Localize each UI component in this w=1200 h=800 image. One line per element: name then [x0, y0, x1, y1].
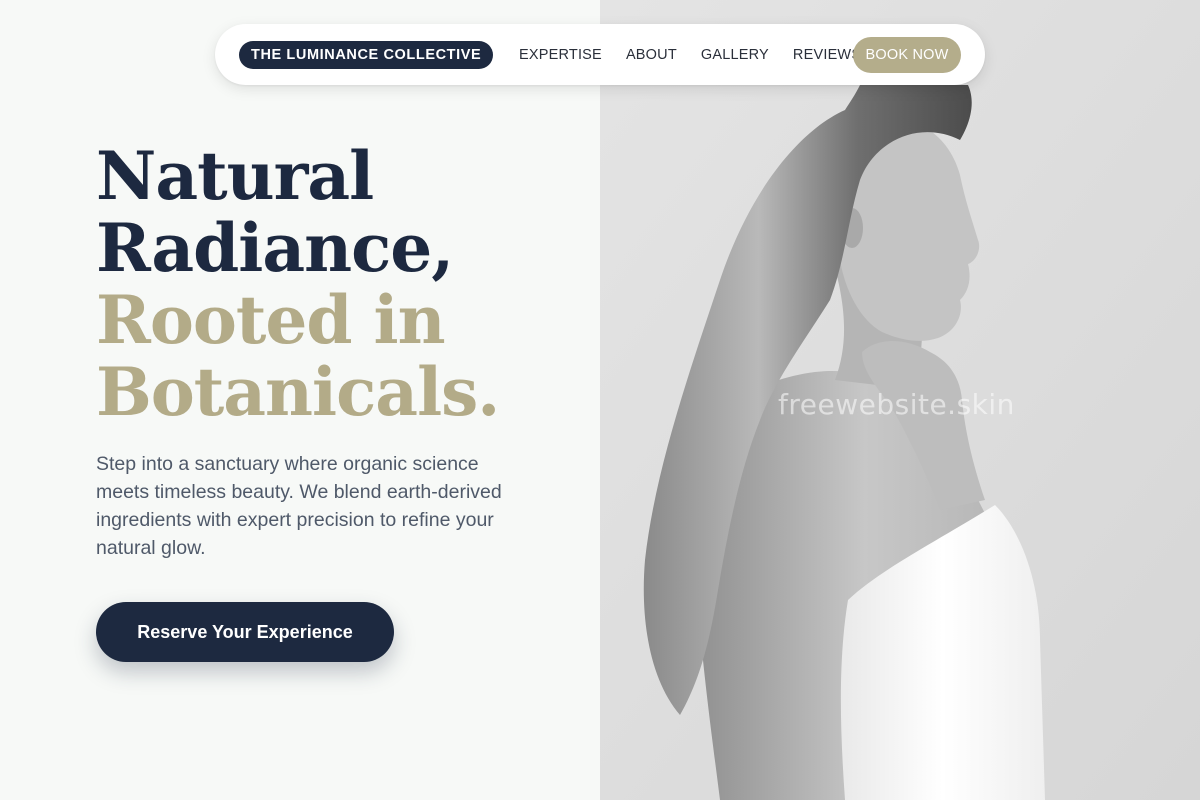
hero-subtext: Step into a sanctuary where organic scie… [96, 453, 502, 559]
nav-link-gallery[interactable]: GALLERY [701, 47, 769, 63]
headline-line-4: Botanicals. [96, 353, 500, 431]
nav-link-about[interactable]: ABOUT [626, 47, 677, 63]
book-now-button[interactable]: BOOK NOW [853, 37, 961, 73]
landing-page: Natural Radiance, Rooted in Botanicals. … [0, 0, 1200, 800]
hero-text-panel: Natural Radiance, Rooted in Botanicals. … [0, 0, 600, 800]
reserve-experience-button[interactable]: Reserve Your Experience [96, 602, 394, 662]
nav-link-expertise[interactable]: EXPERTISE [519, 47, 602, 63]
headline-line-2: Radiance, [96, 209, 454, 287]
nav-link-reviews[interactable]: REVIEWS [793, 47, 861, 63]
top-navigation: THE LUMINANCE COLLECTIVE EXPERTISE ABOUT… [215, 24, 985, 85]
hero-photo-panel: freewebsite.skin [600, 0, 1200, 800]
hero-headline: Natural Radiance, Rooted in Botanicals. [96, 137, 500, 431]
headline-line-1: Natural [96, 137, 374, 215]
headline-line-3: Rooted in [96, 281, 446, 359]
nav-links: EXPERTISE ABOUT GALLERY REVIEWS [519, 24, 861, 85]
brand-logo[interactable]: THE LUMINANCE COLLECTIVE [239, 41, 494, 69]
site-watermark: freewebsite.skin [778, 388, 1015, 421]
